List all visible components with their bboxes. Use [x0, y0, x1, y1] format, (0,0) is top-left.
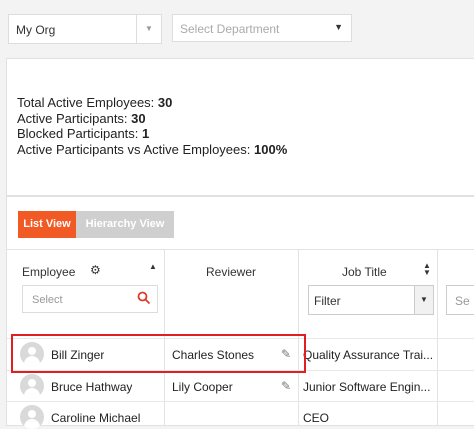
- job-title-cell: CEO: [303, 411, 330, 425]
- column-header-job-title[interactable]: Job Title: [342, 265, 387, 279]
- tab-list-view[interactable]: List View: [18, 211, 76, 238]
- avatar: [20, 405, 44, 429]
- employee-filter-placeholder: Select: [32, 294, 63, 306]
- stat-label: Total Active Employees:: [17, 95, 155, 110]
- view-tabs: List View Hierarchy View: [18, 211, 174, 238]
- employee-name[interactable]: Bruce Hathway: [51, 380, 132, 394]
- chevron-down-icon: ▼: [334, 22, 343, 32]
- stat-label: Active Participants vs Active Employees:: [17, 141, 251, 157]
- column-header-reviewer[interactable]: Reviewer: [206, 265, 256, 279]
- chevron-down-icon[interactable]: ▼: [136, 15, 161, 43]
- sort-both-icon[interactable]: ▲ ▼: [423, 262, 431, 277]
- stat-blocked: Blocked Participants: 1: [17, 126, 287, 142]
- stat-label: Blocked Participants:: [17, 126, 139, 141]
- column-header-employee[interactable]: Employee: [22, 265, 75, 279]
- reviewer-name: Lily Cooper: [172, 380, 233, 394]
- stat-label: Active Participants:: [17, 110, 128, 126]
- tab-hierarchy-view[interactable]: Hierarchy View: [76, 211, 174, 238]
- header-top-divider: [7, 249, 474, 250]
- search-icon[interactable]: [137, 291, 151, 305]
- department-select[interactable]: Select Department ▼: [172, 14, 352, 42]
- org-select[interactable]: My Org ▼: [8, 14, 162, 44]
- employee-name[interactable]: Caroline Michael: [51, 411, 140, 425]
- org-select-value: My Org: [16, 23, 56, 37]
- highlight-box: [11, 334, 306, 373]
- stat-value: 30: [157, 95, 173, 110]
- stat-value: 100%: [254, 141, 288, 157]
- stat-total-active: Total Active Employees: 30: [17, 95, 287, 111]
- job-title-filter-select[interactable]: Filter ▼: [308, 285, 434, 315]
- stat-active-participants: Active Participants: 30: [17, 111, 287, 127]
- job-title-filter-value: Filter: [314, 294, 341, 308]
- gear-icon[interactable]: ⚙: [90, 263, 101, 277]
- job-title-cell: Quality Assurance Trai...: [303, 348, 434, 362]
- pencil-icon[interactable]: ✎: [281, 379, 291, 393]
- avatar: [20, 374, 44, 398]
- chevron-down-icon[interactable]: ▼: [414, 286, 433, 314]
- stats-panel: Total Active Employees: 30 Active Partic…: [6, 58, 474, 196]
- sort-up-icon[interactable]: ▲: [149, 262, 157, 271]
- stat-value: 1: [142, 126, 150, 141]
- next-column-filter-placeholder: Se: [455, 294, 470, 308]
- employee-filter-input[interactable]: Select: [22, 285, 158, 313]
- stat-ratio: Active Participants vs Active Employees:…: [17, 142, 287, 158]
- row-divider: [7, 401, 474, 402]
- job-title-cell: Junior Software Engin...: [303, 380, 431, 394]
- department-placeholder: Select Department: [180, 22, 280, 36]
- stats-lines: Total Active Employees: 30 Active Partic…: [17, 95, 287, 157]
- stat-value: 30: [131, 110, 146, 126]
- next-column-filter[interactable]: Se: [446, 285, 474, 315]
